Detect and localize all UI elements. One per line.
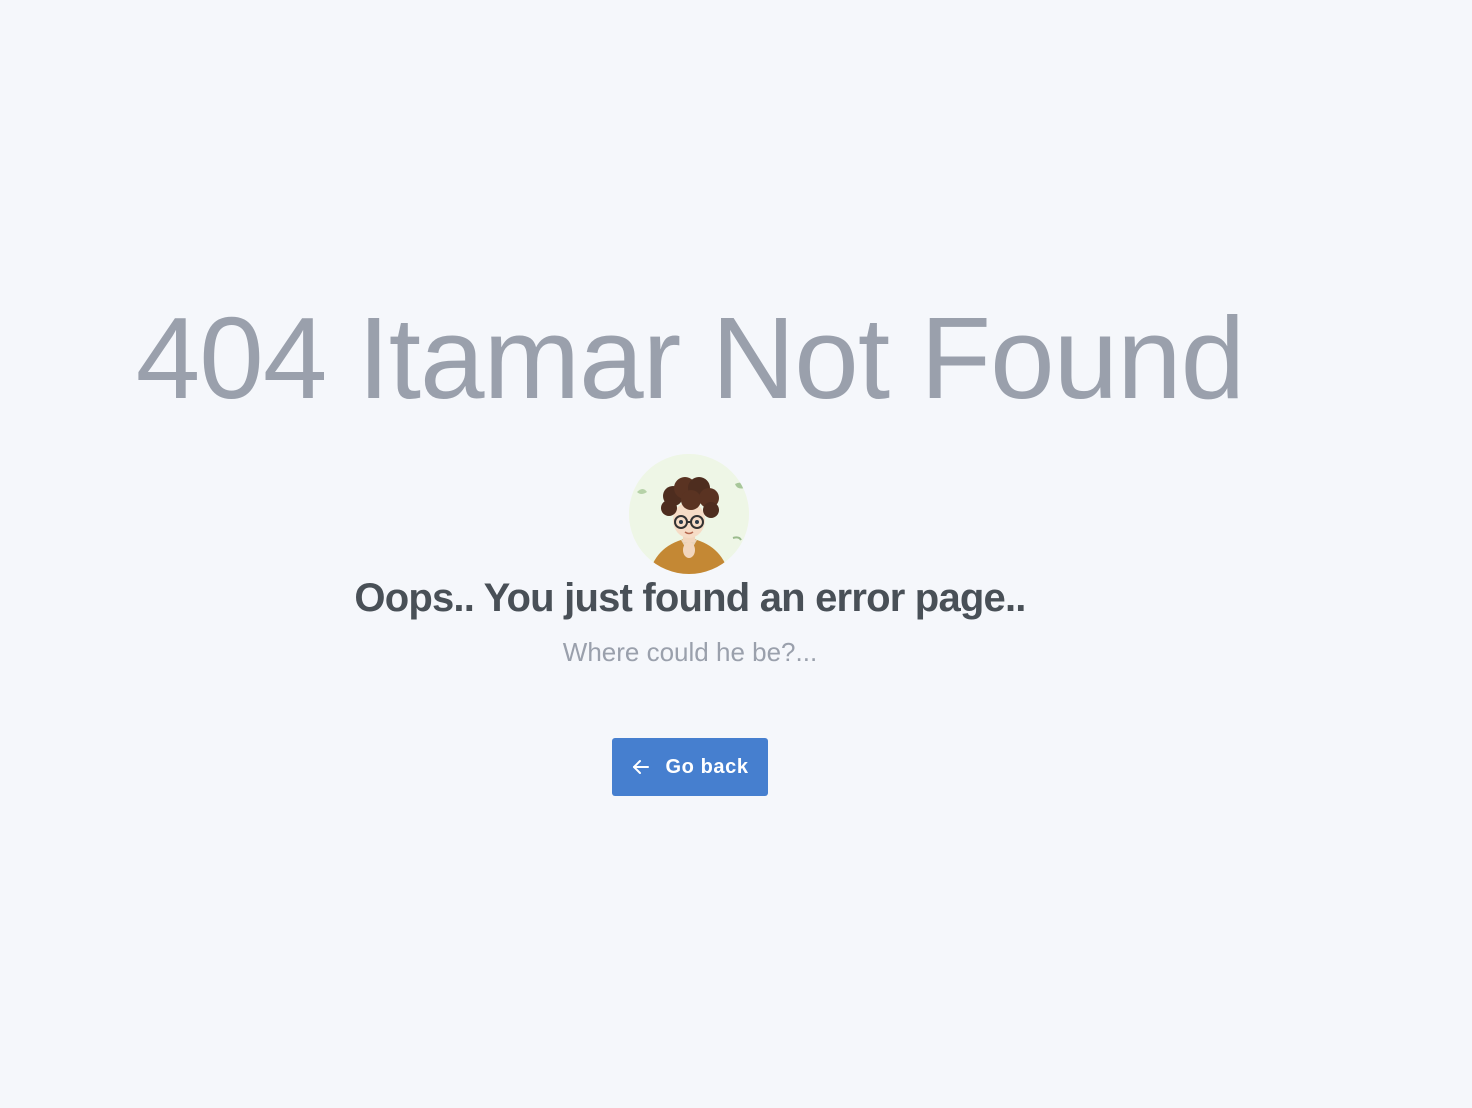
error-subtitle: Where could he be?... [562, 637, 818, 667]
error-title: 404 Itamar Not Found [135, 293, 1245, 423]
avatar-illustration [629, 454, 749, 574]
avatar [629, 454, 749, 574]
go-back-button[interactable]: Go back [612, 738, 768, 796]
error-heading: Oops.. You just found an error page.. [354, 576, 1026, 620]
go-back-label: Go back [665, 755, 749, 778]
arrow-left-icon [631, 757, 651, 777]
